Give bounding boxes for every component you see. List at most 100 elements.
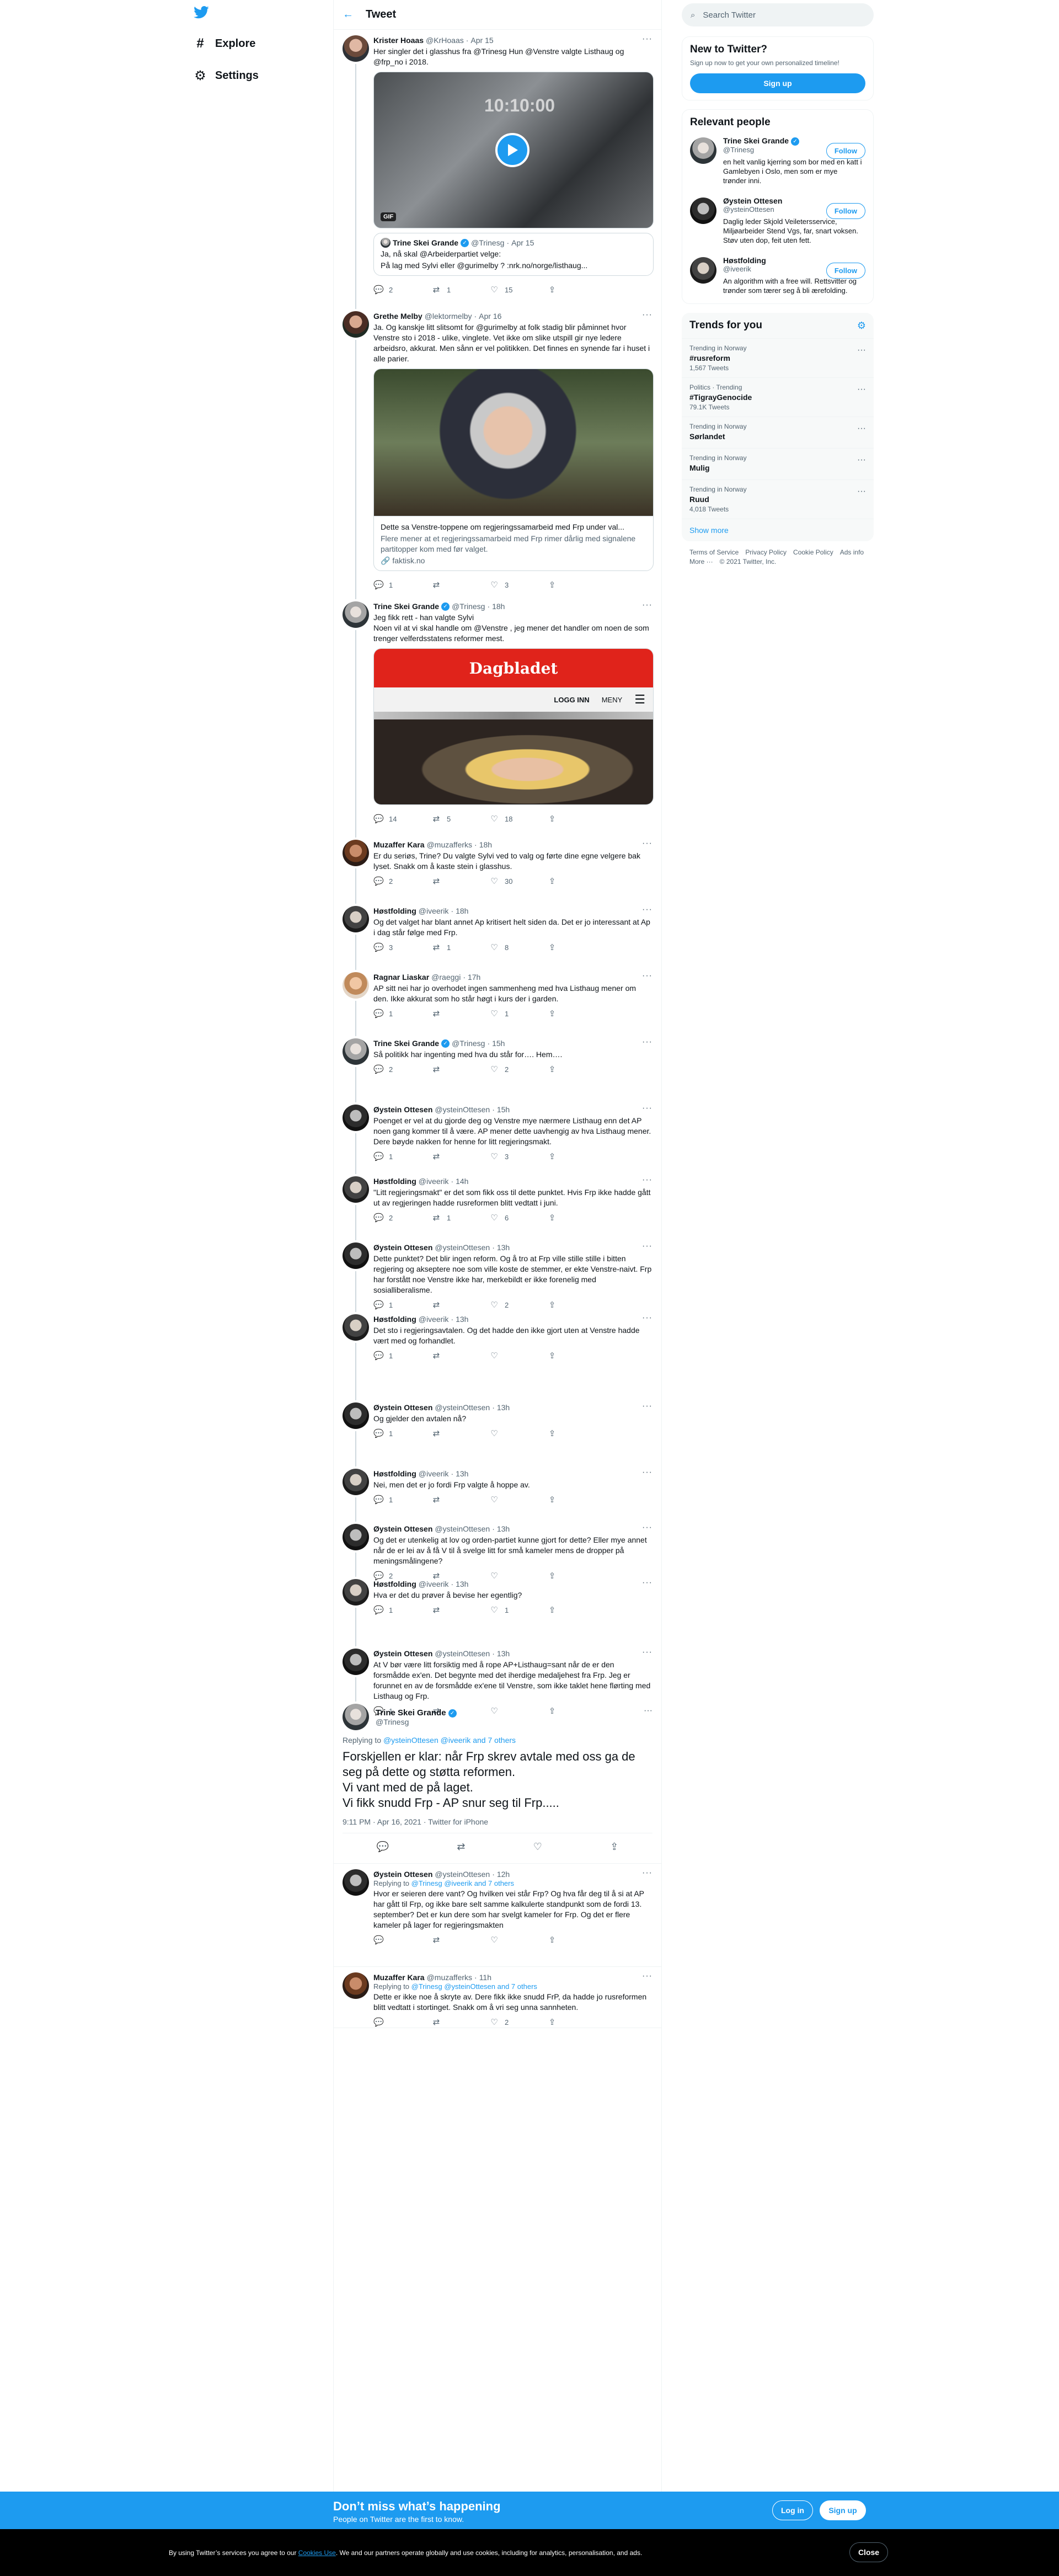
like-button[interactable]: ♡ 2 — [489, 2017, 547, 2027]
link-card[interactable]: Dette sa Venstre-toppene om regjeringssa… — [373, 369, 654, 571]
person-card[interactable]: Øystein Ottesen @ysteinOttesen Daglig le… — [682, 191, 873, 250]
author-handle[interactable]: @ysteinOttesen — [435, 1242, 490, 1252]
retweet-button[interactable]: ⇄ — [431, 1009, 489, 1018]
retweet-button[interactable]: ⇄ — [431, 1151, 489, 1161]
cookie-policy-link[interactable]: Cookies Use — [298, 2549, 336, 2557]
author-name[interactable]: Øystein Ottesen — [373, 1524, 432, 1534]
trend-item[interactable]: Politics · Trending #TigrayGenocide 79.1… — [682, 377, 874, 417]
footer-link[interactable]: Privacy Policy — [745, 548, 787, 557]
person-card[interactable]: Trine Skei Grande ✓ @Trinesg en helt vanl… — [682, 131, 873, 191]
author-handle[interactable]: @ysteinOttesen — [435, 1402, 490, 1412]
retweet-button[interactable]: ⇄ — [431, 1935, 489, 1945]
footer-link[interactable]: More ··· — [689, 557, 713, 567]
signup-button[interactable]: Sign up — [820, 2500, 866, 2520]
tweet-date[interactable]: 13h — [497, 1242, 510, 1252]
avatar[interactable] — [343, 972, 369, 999]
tweet[interactable]: Øystein Ottesen @ysteinOttesen · 13h ··· O… — [334, 1397, 661, 1466]
trend-item[interactable]: Trending in Norway Sørlandet ··· — [682, 417, 874, 448]
share-button[interactable]: ⇪ — [547, 814, 605, 824]
avatar[interactable] — [343, 1469, 369, 1495]
tweet-date[interactable]: 18h — [479, 840, 492, 850]
search-box[interactable]: ⌕ Search Twitter — [682, 3, 874, 26]
tweet-date[interactable]: 14h — [456, 1176, 468, 1186]
reply-button[interactable]: 💬 1 — [373, 580, 431, 590]
person-name[interactable]: Høstfolding — [723, 256, 766, 265]
avatar[interactable] — [343, 1524, 369, 1550]
tweet[interactable]: Øystein Ottesen @ysteinOttesen · 12h ··· R… — [334, 1864, 661, 1966]
more-icon[interactable]: ··· — [642, 1578, 652, 1588]
like-button[interactable]: ♡ 6 — [489, 1213, 547, 1223]
tweet-date[interactable]: 11h — [479, 1972, 491, 1982]
retweet-button[interactable]: ⇄ — [431, 1495, 489, 1505]
like-button[interactable]: ♡ 8 — [489, 942, 547, 952]
more-icon[interactable]: ··· — [642, 1241, 652, 1251]
avatar[interactable] — [343, 35, 369, 62]
like-button[interactable]: ♡ 1 — [489, 1009, 547, 1018]
author-name[interactable]: Høstfolding — [373, 1579, 416, 1589]
share-button[interactable]: ⇪ — [547, 1605, 605, 1615]
avatar[interactable] — [690, 257, 716, 284]
tweet-date[interactable]: 12h — [497, 1869, 510, 1879]
footer-link[interactable]: Cookie Policy — [793, 548, 833, 557]
author-handle[interactable]: @raeggi — [431, 972, 461, 982]
retweet-button[interactable]: ⇄ 5 — [431, 814, 489, 824]
login-button[interactable]: Log in — [772, 2500, 813, 2520]
author-handle[interactable]: @Trinesg — [452, 1038, 485, 1048]
follow-button[interactable]: Follow — [826, 263, 865, 279]
share-button[interactable]: ⇪ — [547, 2017, 605, 2027]
follow-button[interactable]: Follow — [826, 143, 865, 159]
share-button[interactable]: ⇪ — [547, 942, 605, 952]
reply-button[interactable]: 💬 14 — [373, 814, 431, 824]
retweet-button[interactable]: ⇄ — [431, 580, 489, 590]
avatar[interactable] — [343, 1972, 369, 1999]
author-handle[interactable]: @KrHoaas — [426, 35, 464, 45]
more-icon[interactable]: ··· — [857, 455, 866, 465]
like-button[interactable]: ♡ — [489, 1351, 547, 1361]
retweet-button[interactable]: ⇄ 1 — [431, 285, 489, 295]
tweet[interactable]: Øystein Ottesen @ysteinOttesen · 13h ··· O… — [334, 1518, 661, 1581]
like-button[interactable]: ♡ — [489, 1428, 547, 1438]
avatar[interactable] — [343, 1579, 369, 1606]
more-icon[interactable]: ··· — [857, 424, 866, 434]
tweet[interactable]: Grethe Melby @lektormelby · Apr 16 ··· Ja.… — [334, 306, 661, 599]
back-arrow-icon[interactable]: ← — [343, 8, 358, 21]
tweet-date[interactable]: Apr 15 — [470, 35, 493, 45]
play-icon[interactable] — [495, 133, 530, 167]
reply-button[interactable]: 💬 2 — [373, 876, 431, 886]
tweet-date[interactable]: 13h — [497, 1524, 510, 1534]
author-handle[interactable]: @iveerik — [419, 1579, 449, 1589]
replying-to-link[interactable]: @Trinesg @iveerik and 7 others — [411, 1879, 514, 1887]
reply-button[interactable]: 💬 1 — [373, 1009, 431, 1018]
author-handle[interactable]: @ysteinOttesen — [435, 1649, 490, 1658]
nav-explore[interactable]: # Explore — [193, 36, 255, 51]
footer-link[interactable]: Terms of Service — [689, 548, 739, 557]
author-handle[interactable]: @iveerik — [419, 1176, 449, 1186]
retweet-button[interactable]: ⇄ 1 — [431, 942, 489, 952]
tweet-date[interactable]: 15h — [492, 1038, 505, 1048]
tweet-date[interactable]: 18h — [456, 906, 468, 916]
reply-button[interactable]: 💬 1 — [373, 1428, 431, 1438]
reply-button[interactable]: 💬 2 — [373, 285, 431, 295]
trend-item[interactable]: Trending in Norway Mulig ··· — [682, 448, 874, 479]
reply-icon[interactable]: 💬 — [377, 1841, 389, 1853]
tweet[interactable]: Øystein Ottesen @ysteinOttesen · 15h ··· P… — [334, 1099, 661, 1174]
avatar[interactable] — [343, 1649, 369, 1675]
reply-button[interactable]: 💬 — [373, 1935, 431, 1945]
author-handle[interactable]: @iveerik — [419, 906, 449, 916]
like-button[interactable]: ♡ 18 — [489, 814, 547, 824]
more-icon[interactable]: ··· — [642, 1175, 652, 1185]
avatar[interactable] — [343, 1402, 369, 1429]
author-name[interactable]: Høstfolding — [373, 1314, 416, 1324]
avatar[interactable] — [343, 1038, 369, 1065]
person-card[interactable]: Høstfolding @iveerik An algorithm with a… — [682, 250, 873, 303]
author-name[interactable]: Ragnar Liaskar — [373, 972, 429, 982]
author-name[interactable]: Krister Hoaas — [373, 35, 424, 45]
reply-button[interactable]: 💬 2 — [373, 1213, 431, 1223]
author-handle[interactable]: @ysteinOttesen — [435, 1105, 490, 1114]
share-button[interactable]: ⇪ — [547, 1151, 605, 1161]
like-button[interactable]: ♡ — [489, 1495, 547, 1505]
tweet-date[interactable]: 13h — [456, 1579, 468, 1589]
more-icon[interactable]: ··· — [642, 1868, 652, 1878]
search-input[interactable]: Search Twitter — [703, 10, 756, 20]
tweet[interactable]: Trine Skei Grande ✓ @Trinesg · 15h ··· Så … — [334, 1033, 661, 1102]
